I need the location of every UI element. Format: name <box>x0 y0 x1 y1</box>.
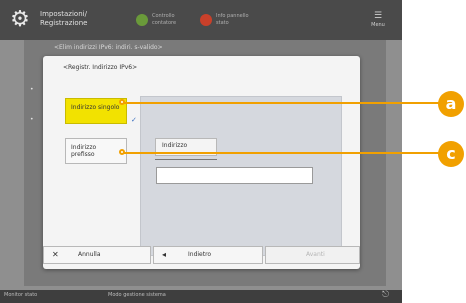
callout-c-dot <box>119 149 125 155</box>
counter-check-button[interactable]: Controllo contatore <box>136 12 186 30</box>
status-bar: Monitor stato Modo gestione sistema ⎋ <box>0 290 402 303</box>
back-label: Indietro <box>188 251 212 258</box>
next-label: Avanti <box>306 251 325 258</box>
counter-icon <box>136 14 148 26</box>
prefix-address-button[interactable]: Indirizzo prefisso <box>65 138 127 164</box>
status-info-label: Info pannello stato <box>216 13 249 26</box>
background-bullet: • <box>30 116 34 123</box>
cancel-button[interactable]: ✕ Annulla <box>43 246 151 264</box>
status-monitor-button[interactable]: Monitor stato <box>4 292 37 298</box>
menu-label: Menu <box>371 22 385 28</box>
register-ipv6-dialog: <Registr. Indirizzo IPv6> Indirizzo sing… <box>43 56 360 269</box>
menu-icon: ☰ <box>373 11 383 21</box>
background-breadcrumb: <Elim indirizzi IPv6: indiri. s-valido> <box>54 44 163 51</box>
status-icon <box>200 14 212 26</box>
callout-a-line <box>123 102 443 104</box>
top-header: ⚙ Impostazioni/ Registrazione Controllo … <box>0 0 402 40</box>
single-address-button[interactable]: Indirizzo singolo <box>65 98 127 124</box>
dialog-title: <Registr. Indirizzo IPv6> <box>63 64 138 71</box>
callout-c-line <box>123 152 443 154</box>
address-input[interactable] <box>156 167 313 184</box>
menu-button[interactable]: ☰ Menu <box>364 10 392 32</box>
address-label-underline <box>155 156 217 160</box>
logout-icon[interactable]: ⎋ <box>382 290 389 300</box>
close-icon: ✕ <box>52 250 59 259</box>
counter-check-label: Controllo contatore <box>152 13 177 26</box>
gear-icon[interactable]: ⚙ <box>8 8 32 32</box>
system-management-button[interactable]: Modo gestione sistema <box>108 292 166 298</box>
selection-marker-icon: ✓ <box>131 116 137 124</box>
background-bullet: • <box>30 86 34 93</box>
status-info-button[interactable]: Info pannello stato <box>200 12 256 30</box>
callout-a-badge: a <box>438 91 464 117</box>
callout-a-dot <box>119 99 125 105</box>
next-button[interactable]: Avanti <box>265 246 360 264</box>
callout-c-badge: c <box>438 141 464 167</box>
cancel-label: Annulla <box>78 251 101 258</box>
back-button[interactable]: ◂ Indietro <box>153 246 263 264</box>
back-arrow-icon: ◂ <box>162 250 167 259</box>
header-title: Impostazioni/ Registrazione <box>40 10 88 27</box>
